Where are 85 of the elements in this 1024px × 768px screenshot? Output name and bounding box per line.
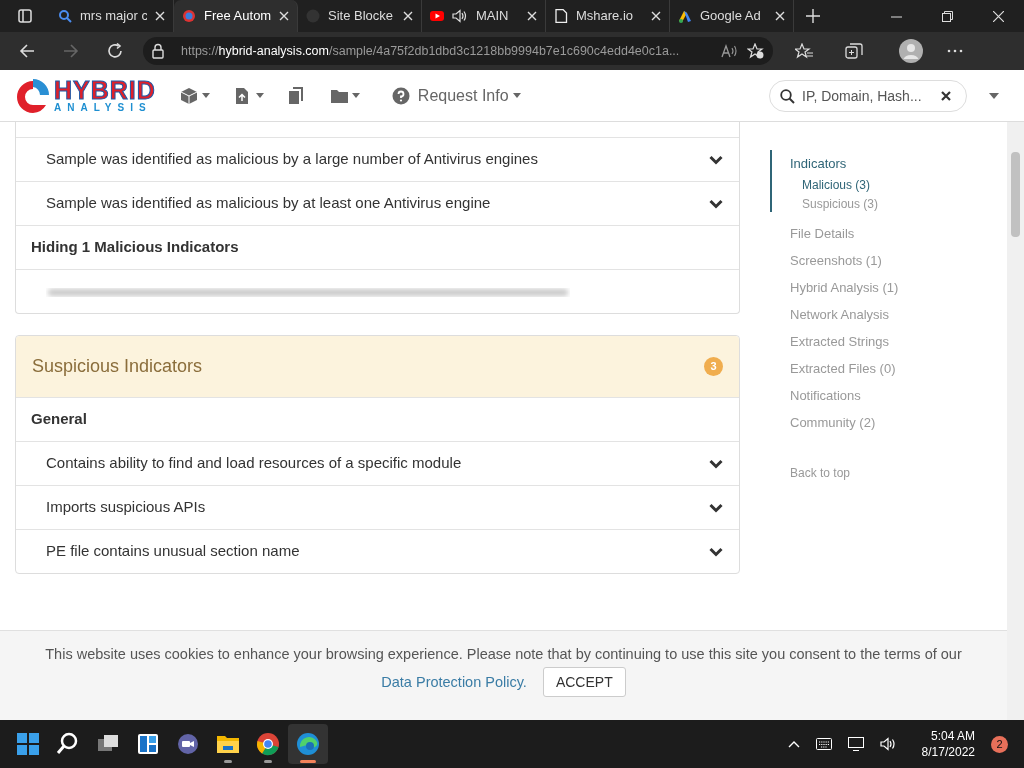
chevron-down-icon [709, 154, 723, 165]
clock-time: 5:04 AM [929, 728, 975, 744]
chrome-icon [255, 731, 281, 757]
indicator-row[interactable]: Imports suspicious APIs [16, 485, 739, 529]
clear-icon[interactable] [941, 90, 951, 101]
close-icon[interactable] [993, 10, 1004, 22]
speaker-icon[interactable] [879, 737, 898, 751]
nav-menu[interactable] [179, 86, 210, 105]
scrollbar-thumb[interactable] [1011, 152, 1020, 237]
group-heading: General [31, 409, 87, 430]
chevron-down-icon [709, 546, 723, 557]
forward-icon[interactable] [63, 43, 79, 59]
network-icon[interactable] [847, 737, 864, 751]
swirl-icon [16, 76, 50, 115]
indicator-text: PE file contains unusual section name [46, 541, 301, 562]
sidebar-link[interactable]: Indicators [790, 156, 1007, 172]
cube-icon [179, 86, 198, 105]
indicator-row[interactable]: Sample was identified as malicious by a large number of Antivirus engines [16, 137, 739, 181]
reload-icon[interactable] [107, 43, 123, 59]
favicon-icon [554, 9, 568, 23]
indicator-row[interactable]: Contains ability to find and load resources of a specific module [16, 441, 739, 485]
tab-title: MAIN [476, 7, 510, 26]
read-aloud-icon[interactable] [721, 43, 739, 59]
sidebar-sublink[interactable]: Malicious (3) [802, 178, 1007, 193]
search-field[interactable]: IP, Domain, Hash... [769, 79, 967, 112]
avatar-icon[interactable] [899, 39, 923, 63]
indicator-row[interactable]: Sample was identified as malicious by at least one Antivirus engine [16, 181, 739, 225]
favorite-add-icon[interactable] [747, 43, 765, 59]
indicator-text: Sample was identified as malicious by at least one Antivirus engine [46, 193, 492, 214]
close-icon[interactable] [527, 11, 537, 21]
favicon-icon [182, 9, 196, 23]
start-icon [15, 731, 41, 757]
indicator-text: Sample was identified as malicious by a large number of Antivirus engines [46, 149, 539, 170]
favicon-icon [430, 9, 444, 23]
back-icon[interactable] [19, 43, 35, 59]
lock-icon [151, 43, 165, 59]
favorites-icon[interactable] [795, 43, 813, 59]
restore-icon[interactable] [942, 10, 953, 22]
tab-title: Mshare.io [576, 7, 635, 26]
panel-title: Suspicious Indicators [32, 355, 204, 378]
search-icon [58, 9, 72, 23]
group-heading: Hiding 1 Malicious Indicators [31, 237, 239, 258]
favicon-icon [678, 9, 692, 23]
copy-icon [287, 86, 306, 105]
accept-button[interactable]: ACCEPT [542, 667, 626, 697]
widgets-icon [135, 731, 161, 757]
nav-menu[interactable] [233, 86, 264, 105]
browser-tab[interactable]: Free Autom [174, 0, 298, 32]
question-icon [391, 86, 410, 105]
chevron-up-icon[interactable] [787, 740, 800, 748]
tab-title: Site Blocke [328, 7, 395, 26]
sidebar-icon[interactable] [18, 9, 32, 23]
keyboard-icon[interactable] [815, 738, 832, 750]
chevron-down-icon [709, 502, 723, 513]
nav-menu[interactable] [287, 86, 306, 105]
collections-icon[interactable] [845, 43, 863, 59]
speaker-icon [452, 9, 468, 23]
notification-badge[interactable]: 2 [991, 735, 1008, 753]
close-icon[interactable] [651, 11, 661, 21]
tab-title: Free Autom [204, 7, 271, 26]
search-icon [780, 88, 795, 104]
indicator-text: Contains ability to find and load resources of a specific module [46, 453, 463, 474]
indicator-row[interactable]: PE file contains unusual section name [16, 529, 739, 573]
close-icon[interactable] [775, 11, 785, 21]
site-logo[interactable]: HYBRID ANALYSIS [16, 76, 156, 115]
nav-menu[interactable]: Request Info [391, 83, 521, 108]
cookie-notice: This website uses cookies to enhance your browsing experience. Please note that by continuing to use this site you consent to the terms of our [45, 646, 962, 662]
scrollbar[interactable] [1007, 122, 1024, 720]
clock[interactable]: 5:04 AM 8/17/2022 [921, 728, 975, 760]
tab-title: Google Ad [700, 7, 762, 26]
policy-link[interactable]: Data Protection Policy. [381, 669, 527, 695]
tab-title: mrs major c [80, 7, 147, 26]
chevron-down-icon [709, 458, 723, 469]
close-icon[interactable] [403, 11, 413, 21]
new-tab-icon[interactable] [806, 9, 820, 23]
clock-date: 8/17/2022 [921, 744, 975, 760]
edge-icon [295, 731, 321, 757]
chat-icon [175, 731, 201, 757]
caret-icon[interactable] [989, 92, 999, 99]
close-icon[interactable] [279, 11, 289, 21]
chevron-down-icon [709, 198, 723, 209]
taskbar-app[interactable] [288, 724, 328, 764]
indicator-text: Imports suspicious APIs [46, 497, 207, 518]
count-badge: 3 [704, 357, 723, 376]
close-icon[interactable] [155, 11, 165, 21]
